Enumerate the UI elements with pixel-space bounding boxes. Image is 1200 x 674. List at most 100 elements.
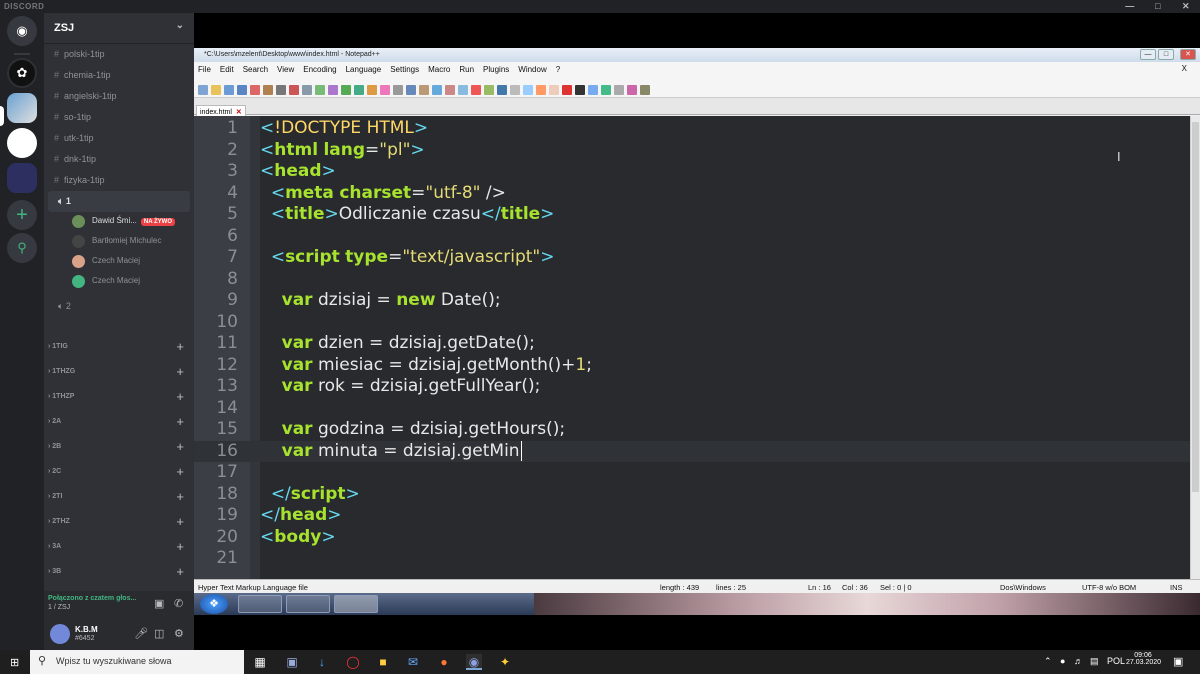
- toolbar-button-icon[interactable]: [250, 84, 260, 95]
- toolbar-button-icon[interactable]: [237, 84, 247, 95]
- explore-servers-icon[interactable]: ⚲: [7, 233, 37, 263]
- maximize-icon[interactable]: □: [1158, 49, 1174, 60]
- chevron-down-icon[interactable]: ⌄: [176, 20, 184, 31]
- close-icon[interactable]: ✕: [1172, 0, 1200, 13]
- opera-icon[interactable]: ◯: [345, 654, 361, 670]
- code-editor[interactable]: 1 <!DOCTYPE HTML> 2 <html lang="pl"> 3 <head>…: [194, 116, 1190, 579]
- toolbar-button-icon[interactable]: [302, 84, 312, 95]
- category-3a[interactable]: › 3A +: [44, 535, 194, 560]
- menu-language[interactable]: Language: [346, 65, 382, 74]
- menu-window[interactable]: Window: [518, 65, 546, 74]
- headphones-icon[interactable]: ◫: [154, 627, 164, 640]
- download-icon[interactable]: ↓: [314, 654, 330, 670]
- voice-user[interactable]: Czech Maciej: [44, 252, 194, 272]
- category-1thzp[interactable]: › 1THZP +: [44, 385, 194, 410]
- add-channel-icon[interactable]: +: [176, 464, 184, 479]
- menu-run[interactable]: Run: [459, 65, 474, 74]
- toolbar-button-icon[interactable]: [276, 84, 286, 95]
- toolbar-button-icon[interactable]: [263, 84, 273, 95]
- channel-utk-1tip[interactable]: # utk-1tip: [44, 128, 194, 149]
- category-1tig[interactable]: › 1TIG +: [44, 335, 194, 360]
- menu-file[interactable]: File: [198, 65, 211, 74]
- toolbar-button-icon[interactable]: [393, 84, 403, 95]
- toolbar-button-icon[interactable]: [211, 84, 221, 95]
- microphone-icon[interactable]: 🎤︎: [134, 627, 148, 640]
- category-2b[interactable]: › 2B +: [44, 435, 194, 460]
- close-tab-icon[interactable]: ✕: [236, 109, 242, 116]
- category-2a[interactable]: › 2A +: [44, 410, 194, 435]
- voice-channel-1[interactable]: 🔈︎ 1: [48, 191, 190, 212]
- voice-user[interactable]: Dawid Śmi... NA ŻYWO: [44, 212, 194, 232]
- minimize-icon[interactable]: —: [1116, 0, 1144, 13]
- toolbar-button-icon[interactable]: [601, 84, 611, 95]
- add-channel-icon[interactable]: +: [176, 414, 184, 429]
- maximize-icon[interactable]: □: [1144, 0, 1172, 13]
- channel-so-1tip[interactable]: # so-1tip: [44, 107, 194, 128]
- toolbar-button-icon[interactable]: [523, 84, 533, 95]
- add-channel-icon[interactable]: +: [176, 439, 184, 454]
- channel-fizyka-1tip[interactable]: # fizyka-1tip: [44, 170, 194, 191]
- scrollbar-thumb[interactable]: [1192, 122, 1199, 492]
- add-channel-icon[interactable]: +: [176, 489, 184, 504]
- toolbar-button-icon[interactable]: [224, 84, 234, 95]
- menu-encoding[interactable]: Encoding: [303, 65, 336, 74]
- toolbar-button-icon[interactable]: [419, 84, 429, 95]
- taskbar-search[interactable]: ⚲ Wpisz tu wyszukiwane słowa: [30, 650, 244, 674]
- clock[interactable]: 09:06 27.03.2020: [1126, 652, 1161, 666]
- menu-edit[interactable]: Edit: [220, 65, 234, 74]
- channel-polski-1tip[interactable]: # polski-1tip: [44, 44, 194, 65]
- channel-chemia-1tip[interactable]: # chemia-1tip: [44, 65, 194, 86]
- toolbar-button-icon[interactable]: [198, 84, 208, 95]
- toolbar-button-icon[interactable]: [341, 84, 351, 95]
- server-icon[interactable]: [7, 128, 37, 158]
- menu-settings[interactable]: Settings: [390, 65, 419, 74]
- toolbar-button-icon[interactable]: [354, 84, 364, 95]
- minimize-icon[interactable]: —: [1140, 49, 1156, 60]
- network-icon[interactable]: ▤: [1090, 656, 1099, 667]
- toolbar-button-icon[interactable]: [380, 84, 390, 95]
- add-server-icon[interactable]: +: [7, 200, 37, 230]
- chevron-up-icon[interactable]: ⌃: [1044, 656, 1052, 667]
- category-1thzg[interactable]: › 1THZG +: [44, 360, 194, 385]
- toolbar-button-icon[interactable]: [406, 84, 416, 95]
- toolbar-button-icon[interactable]: [328, 84, 338, 95]
- windows-start-icon[interactable]: ⊞: [10, 656, 19, 669]
- explorer-icon[interactable]: [286, 595, 330, 613]
- toolbar-button-icon[interactable]: [575, 84, 585, 95]
- category-2c[interactable]: › 2C +: [44, 460, 194, 485]
- category-3b[interactable]: › 3B +: [44, 560, 194, 585]
- toolbar-button-icon[interactable]: [497, 84, 507, 95]
- toolbar-button-icon[interactable]: [614, 84, 624, 95]
- store-icon[interactable]: ▣: [284, 654, 300, 670]
- toolbar-button-icon[interactable]: [588, 84, 598, 95]
- avatar[interactable]: [50, 624, 70, 644]
- add-channel-icon[interactable]: +: [176, 389, 184, 404]
- voice-user[interactable]: Czech Maciej: [44, 272, 194, 292]
- disconnect-icon[interactable]: ✆: [174, 597, 183, 610]
- close-icon[interactable]: ✕: [1180, 49, 1196, 60]
- server-zsj-icon[interactable]: [7, 93, 37, 123]
- mail-icon[interactable]: ✉: [405, 654, 421, 670]
- app-icon[interactable]: ✦: [497, 654, 513, 670]
- toolbar-button-icon[interactable]: [458, 84, 468, 95]
- toolbar-button-icon[interactable]: [471, 84, 481, 95]
- toolbar-button-icon[interactable]: [367, 84, 377, 95]
- toolbar-button-icon[interactable]: [549, 84, 559, 95]
- channel-dnk-1tip[interactable]: # dnk-1tip: [44, 149, 194, 170]
- menu-plugins[interactable]: Plugins: [483, 65, 509, 74]
- toolbar-button-icon[interactable]: [432, 84, 442, 95]
- menu-macro[interactable]: Macro: [428, 65, 450, 74]
- toolbar-button-icon[interactable]: [484, 84, 494, 95]
- toolbar-button-icon[interactable]: [445, 84, 455, 95]
- toolbar-button-icon[interactable]: [315, 84, 325, 95]
- toolbar-button-icon[interactable]: [289, 84, 299, 95]
- toolbar-button-icon[interactable]: [510, 84, 520, 95]
- voice-channel-2[interactable]: 🔈︎ 2: [48, 296, 190, 317]
- server-folder-icon[interactable]: [7, 163, 37, 193]
- folder-icon[interactable]: ■: [375, 654, 391, 670]
- microphone-icon[interactable]: ●: [1060, 656, 1065, 666]
- channel-angielski-1tip[interactable]: # angielski-1tip: [44, 86, 194, 107]
- menu-view[interactable]: View: [277, 65, 294, 74]
- category-2ti[interactable]: › 2TI +: [44, 485, 194, 510]
- category-2thz[interactable]: › 2THZ +: [44, 510, 194, 535]
